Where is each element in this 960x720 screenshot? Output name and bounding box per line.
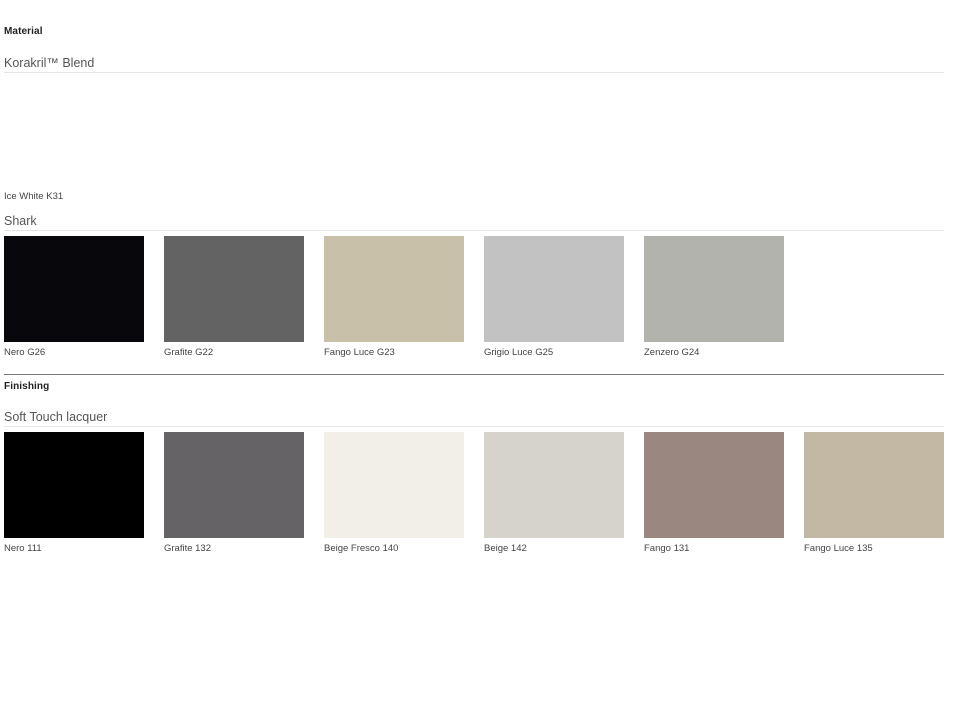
shark-swatch-row: Nero G26 Grafite G22 Fango Luce G23 Grig… (4, 236, 944, 366)
swatch-label: Nero G26 (4, 347, 46, 358)
swatch-label: Grigio Luce G25 (484, 347, 554, 358)
swatch-label: Nero 111 (4, 543, 42, 554)
swatch-label: Beige Fresco 140 (324, 543, 399, 554)
swatch-beige-fresco-140[interactable]: Beige Fresco 140 (324, 432, 464, 554)
swatch-grigio-luce-g25[interactable]: Grigio Luce G25 (484, 236, 624, 358)
swatch-fango-luce-g23[interactable]: Fango Luce G23 (324, 236, 464, 358)
swatch-color (644, 236, 784, 342)
swatch-beige-142[interactable]: Beige 142 (484, 432, 624, 554)
swatch-nero-g26[interactable]: Nero G26 (4, 236, 144, 358)
swatch-fango-131[interactable]: Fango 131 (644, 432, 784, 554)
swatch-color (484, 432, 624, 538)
swatch-label: Beige 142 (484, 543, 527, 554)
swatch-grafite-132[interactable]: Grafite 132 (164, 432, 304, 554)
swatch-color (324, 432, 464, 538)
swatch-color (164, 236, 304, 342)
shark-title: Shark (4, 214, 944, 231)
swatch-fango-luce-135[interactable]: Fango Luce 135 (804, 432, 944, 554)
material-heading: Material (4, 26, 43, 37)
swatch-nero-111[interactable]: Nero 111 (4, 432, 144, 554)
swatch-color (804, 432, 944, 538)
soft-touch-lacquer-title: Soft Touch lacquer (4, 410, 944, 427)
swatch-grafite-g22[interactable]: Grafite G22 (164, 236, 304, 358)
swatch-label: Fango Luce G23 (324, 347, 395, 358)
swatch-label: Zenzero G24 (644, 347, 700, 358)
swatch-color (4, 80, 144, 186)
korakril-blend-title: Korakril™ Blend (4, 56, 944, 73)
swatch-label: Ice White K31 (4, 191, 64, 202)
swatch-ice-white-k31[interactable]: Ice White K31 (4, 80, 144, 202)
swatch-color (484, 236, 624, 342)
swatch-color (164, 432, 304, 538)
soft-touch-swatch-row: Nero 111 Grafite 132 Beige Fresco 140 Be… (4, 432, 944, 562)
section-divider (4, 374, 944, 375)
swatch-color (4, 236, 144, 342)
finishing-heading: Finishing (4, 381, 50, 392)
swatch-color (4, 432, 144, 538)
swatch-color (324, 236, 464, 342)
swatch-label: Grafite G22 (164, 347, 214, 358)
swatch-label: Fango 131 (644, 543, 690, 554)
swatch-color (644, 432, 784, 538)
swatch-label: Fango Luce 135 (804, 543, 873, 554)
swatch-label: Grafite 132 (164, 543, 211, 554)
swatch-zenzero-g24[interactable]: Zenzero G24 (644, 236, 784, 358)
